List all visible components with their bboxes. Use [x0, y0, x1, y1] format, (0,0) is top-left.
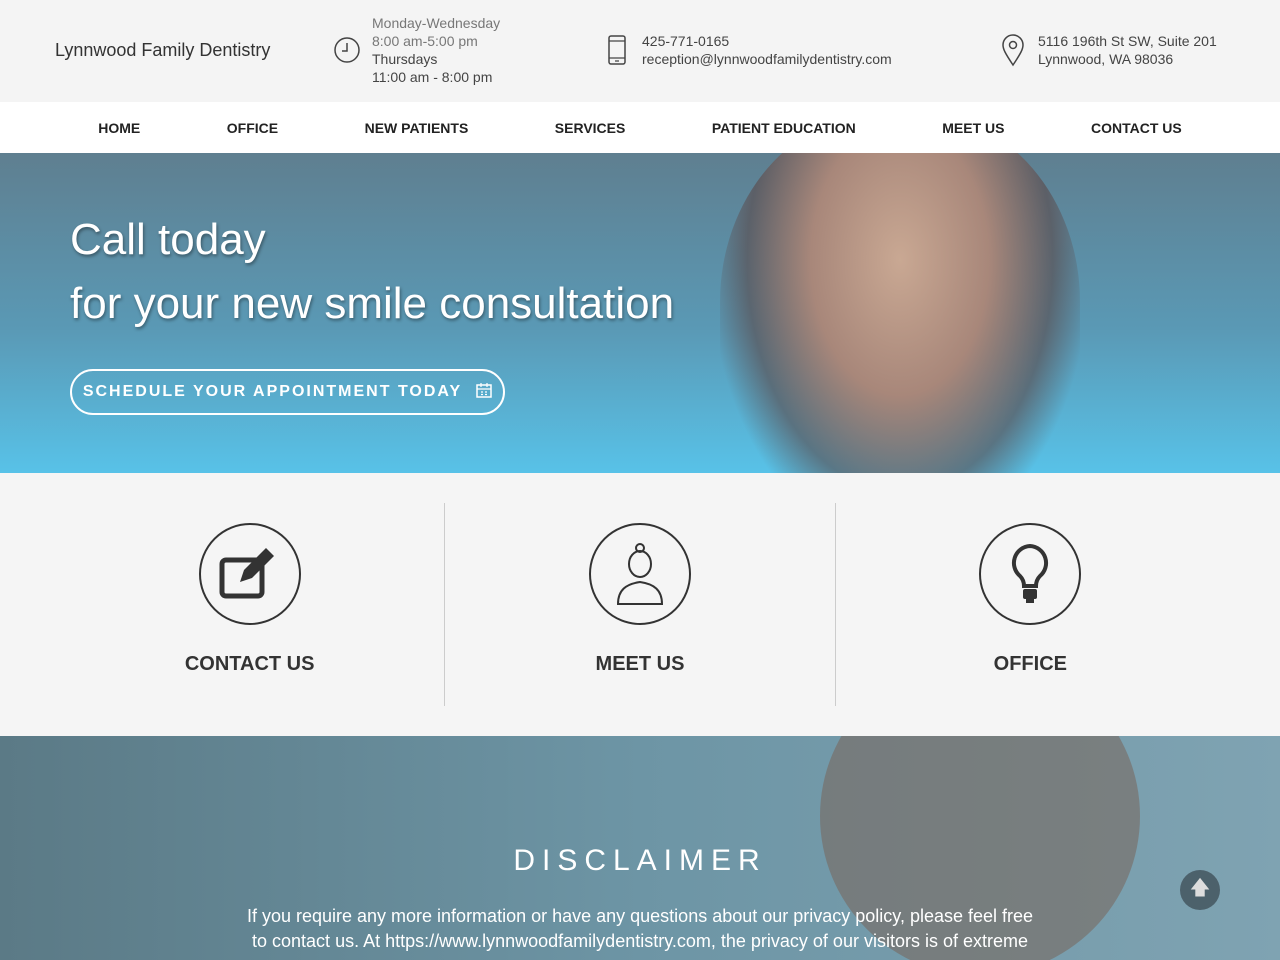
nav-office[interactable]: OFFICE [227, 120, 278, 136]
nav-services[interactable]: SERVICES [555, 120, 626, 136]
nav-new-patients[interactable]: NEW PATIENTS [365, 120, 469, 136]
scroll-to-top-button[interactable]: 🡅 [1180, 870, 1220, 910]
card-meet-us[interactable]: MEET US [445, 503, 836, 706]
hero-subtitle: for your new smile consultation [70, 279, 675, 328]
location-pin-icon [1000, 34, 1026, 67]
card-label: CONTACT US [184, 653, 315, 675]
card-contact-us[interactable]: CONTACT US [55, 503, 446, 706]
hours-info: Monday-Wednesday 8:00 am-5:00 pm Thursdays… [334, 14, 500, 86]
disclaimer-title: DISCLAIMER [513, 844, 767, 877]
arrow-up-icon: 🡅 [1189, 877, 1211, 899]
lightbulb-icon [979, 523, 1082, 625]
hours-days-1: Monday-Wednesday [372, 15, 501, 31]
contact-info: 425-771-0165 reception@lynnwoodfamilydent… [604, 32, 892, 68]
disclaimer-section: DISCLAIMER If you require any more infor… [0, 736, 1280, 960]
card-office[interactable]: OFFICE [836, 503, 1225, 706]
email-link[interactable]: reception@lynnwoodfamilydentistry.com [642, 50, 892, 68]
edit-icon [198, 523, 301, 625]
doctor-icon [588, 523, 691, 625]
nav-home[interactable]: HOME [98, 120, 140, 136]
phone-icon [604, 34, 630, 66]
cta-label: SCHEDULE YOUR APPOINTMENT TODAY [82, 383, 463, 400]
phone-number[interactable]: 425-771-0165 [642, 32, 892, 50]
main-nav: HOME OFFICE NEW PATIENTS SERVICES PATIEN… [0, 102, 1280, 153]
address-line-1: 5116 196th St SW, Suite 201 [1038, 33, 1217, 49]
nav-meet-us[interactable]: MEET US [942, 120, 1004, 136]
hero-image [720, 153, 1080, 473]
brand-name[interactable]: Lynnwood Family Dentistry [55, 40, 270, 61]
top-bar: Lynnwood Family Dentistry Monday-Wednesd… [0, 0, 1280, 102]
disclaimer-text: If you require any more information or h… [246, 906, 1034, 951]
card-label: MEET US [595, 653, 685, 675]
hero-title: Call today [70, 215, 266, 264]
calendar-icon [476, 382, 492, 403]
clock-icon [334, 34, 360, 66]
card-label: OFFICE [993, 653, 1067, 675]
hours-time-2: 11:00 am - 8:00 pm [372, 69, 493, 85]
schedule-appointment-button[interactable]: SCHEDULE YOUR APPOINTMENT TODAY [70, 369, 505, 415]
hours-days-2: Thursdays [372, 51, 438, 67]
nav-patient-education[interactable]: PATIENT EDUCATION [712, 120, 856, 136]
quick-links: CONTACT US MEET US OFFICE [0, 473, 1280, 736]
address-info: 5116 196th St SW, Suite 201 Lynnwood, WA … [1000, 32, 1217, 68]
nav-contact-us[interactable]: CONTACT US [1091, 120, 1182, 136]
hero-banner: Call today for your new smile consultati… [0, 153, 1280, 473]
hours-time-1: 8:00 am-5:00 pm [372, 33, 478, 49]
address-line-2: Lynnwood, WA 98036 [1038, 51, 1174, 67]
